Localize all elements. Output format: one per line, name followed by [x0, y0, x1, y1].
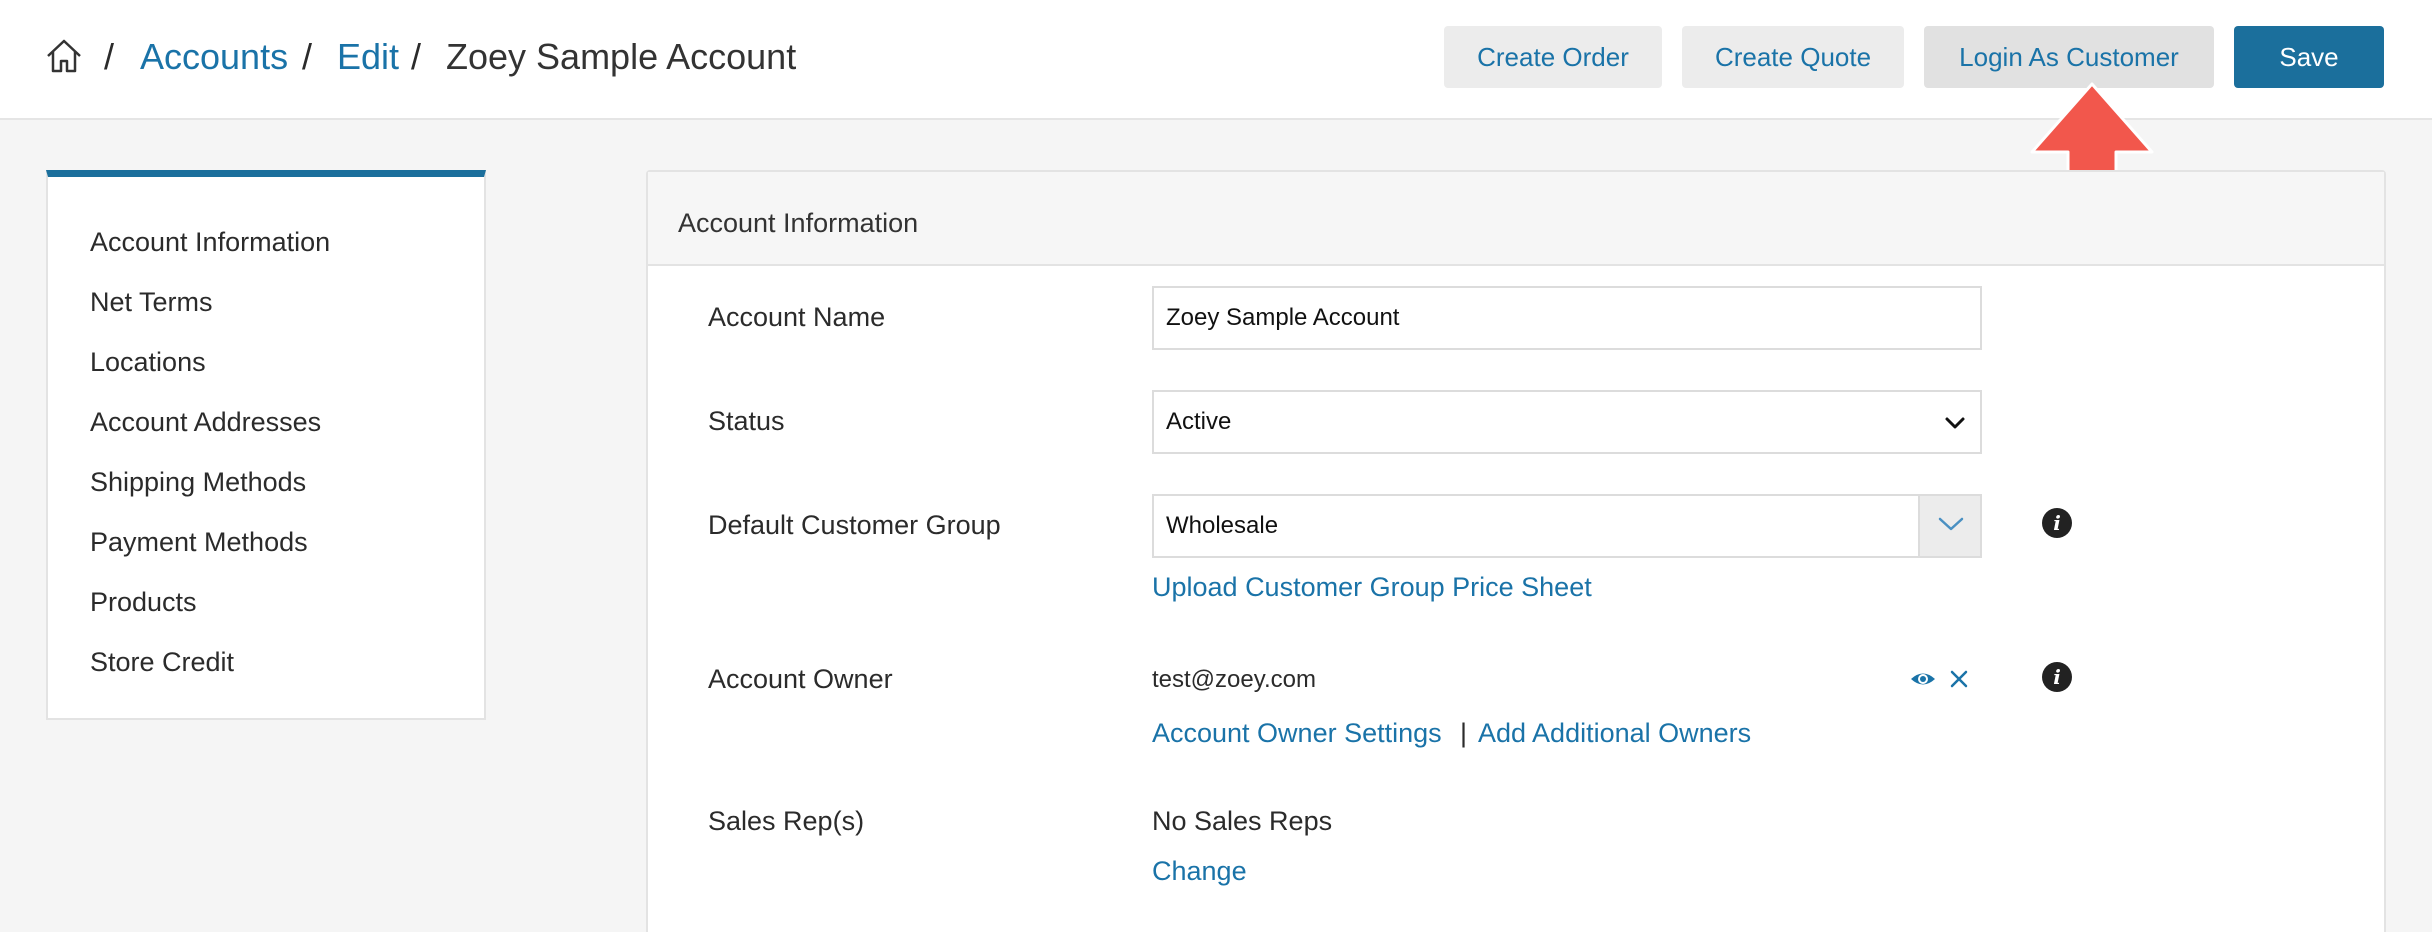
account-owner-info-icon[interactable]: i	[2042, 662, 2072, 692]
panel-title: Account Information	[678, 208, 919, 238]
sales-reps-value: No Sales Reps	[1152, 806, 1333, 836]
eye-icon[interactable]	[1910, 668, 1936, 690]
status-value: Active	[1166, 408, 1232, 435]
link-divider: |	[1460, 718, 1468, 748]
login-as-customer-button[interactable]: Login As Customer	[1924, 26, 2214, 88]
create-quote-button[interactable]: Create Quote	[1682, 26, 1904, 88]
change-sales-reps-link[interactable]: Change	[1152, 856, 1247, 887]
customer-group-combobox[interactable]: Wholesale	[1152, 494, 1982, 558]
status-select[interactable]: Active	[1152, 390, 1982, 454]
account-name-input[interactable]: Zoey Sample Account	[1152, 286, 1982, 350]
sidebar-nav: Account Information Net Terms Locations …	[46, 170, 486, 720]
panel-header: Account Information	[648, 172, 2384, 266]
add-additional-owners-link[interactable]: Add Additional Owners	[1478, 718, 1751, 749]
sidebar-item-locations[interactable]: Locations	[90, 347, 206, 378]
breadcrumb-edit-link[interactable]: Edit	[337, 36, 399, 78]
breadcrumb-separator: /	[104, 36, 115, 77]
breadcrumb-separator: /	[411, 36, 422, 77]
sidebar-item-products[interactable]: Products	[90, 587, 197, 618]
close-icon[interactable]	[1950, 670, 1968, 688]
sidebar-item-account-addresses[interactable]: Account Addresses	[90, 407, 321, 438]
customer-group-value: Wholesale	[1166, 512, 1279, 539]
customer-group-label: Default Customer Group	[708, 510, 1001, 540]
customer-group-dropdown-button[interactable]	[1918, 496, 1980, 556]
save-button[interactable]: Save	[2234, 26, 2384, 88]
page-title: Zoey Sample Account	[446, 36, 797, 77]
sidebar-item-store-credit[interactable]: Store Credit	[90, 647, 234, 678]
sidebar-item-payment-methods[interactable]: Payment Methods	[90, 527, 308, 558]
account-owner-email: test@zoey.com	[1152, 666, 1316, 693]
sidebar-item-shipping-methods[interactable]: Shipping Methods	[90, 467, 306, 498]
home-icon[interactable]	[44, 36, 84, 76]
account-name-label: Account Name	[708, 302, 886, 332]
sidebar-item-net-terms[interactable]: Net Terms	[90, 287, 213, 318]
breadcrumb-separator: /	[302, 36, 313, 77]
chevron-down-icon	[1945, 417, 1965, 429]
chevron-down-icon	[1938, 517, 1964, 531]
sales-reps-label: Sales Rep(s)	[708, 806, 865, 836]
status-label: Status	[708, 406, 785, 436]
upload-price-sheet-link[interactable]: Upload Customer Group Price Sheet	[1152, 572, 1592, 603]
account-owner-label: Account Owner	[708, 664, 893, 694]
account-information-panel: Account Information Account Name Zoey Sa…	[646, 170, 2386, 932]
account-owner-settings-link[interactable]: Account Owner Settings	[1152, 718, 1442, 749]
breadcrumb-accounts-link[interactable]: Accounts	[140, 36, 288, 78]
account-name-value: Zoey Sample Account	[1166, 304, 1400, 331]
customer-group-info-icon[interactable]: i	[2042, 508, 2072, 538]
sidebar-item-account-information[interactable]: Account Information	[90, 227, 330, 258]
create-order-button[interactable]: Create Order	[1444, 26, 1662, 88]
